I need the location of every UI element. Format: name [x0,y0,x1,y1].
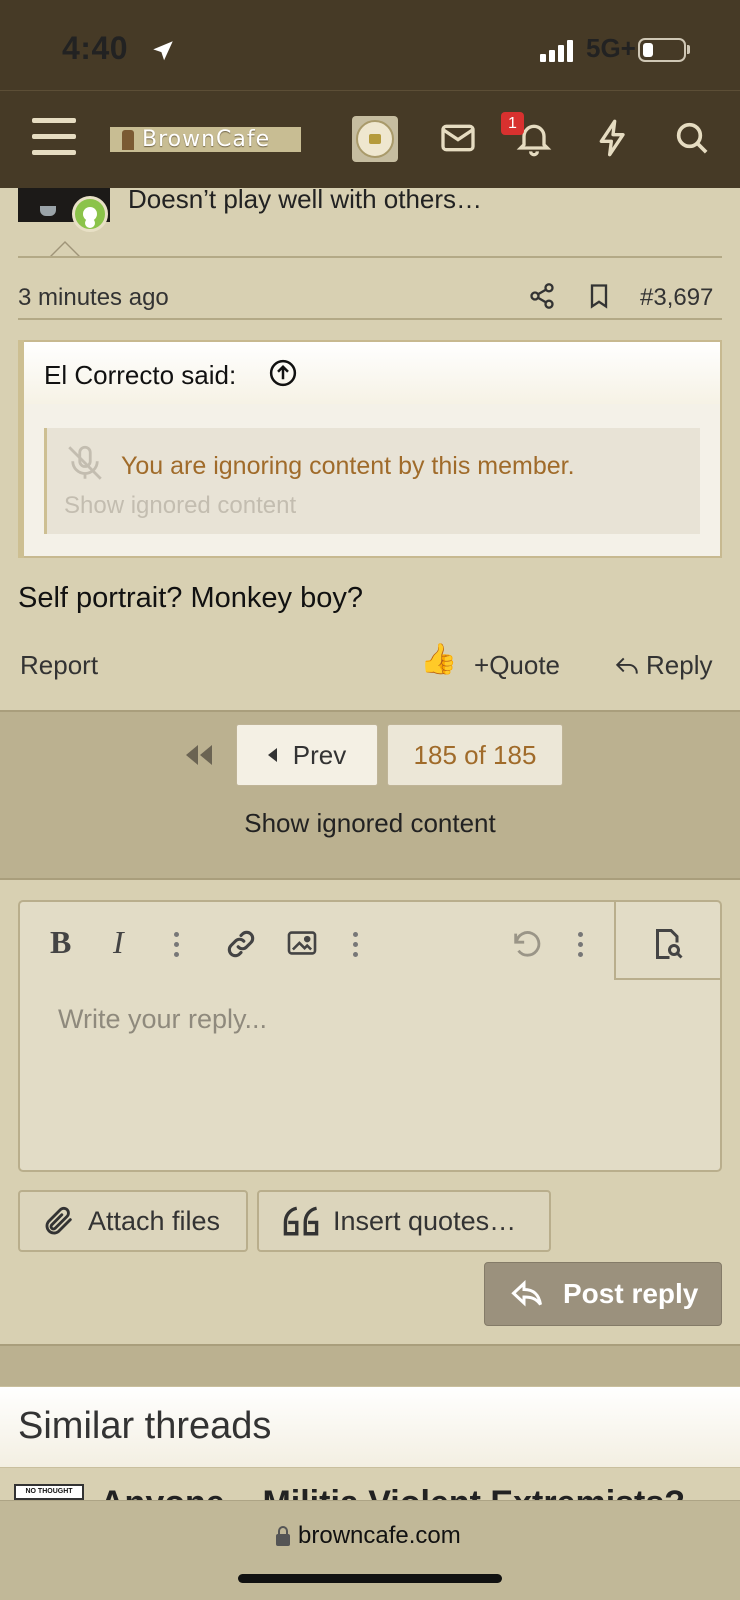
network-type: 5G+ [586,33,636,63]
user-avatar[interactable] [352,116,398,162]
share-icon[interactable] [528,282,556,310]
user-title: Doesn’t play well with others… [128,184,483,214]
like-thumb-icon[interactable]: 👍 [420,642,457,677]
section-divider [0,1344,740,1386]
thread-title-partial[interactable]: Anyone... Militia Violent Extremists? [100,1488,720,1500]
post-number[interactable]: #3,697 [640,284,713,312]
more-editor-options-icon[interactable] [578,932,583,962]
reply-arrow-icon [511,1280,542,1307]
user-block-arrow-fill [52,243,78,256]
quote-label: Quote [489,650,561,680]
similar-threads-title: Similar threads [18,1405,272,1447]
divider [18,256,722,258]
signal-icon [540,40,573,62]
plus-icon: + [474,650,490,680]
reply-button[interactable]: Reply [612,650,712,681]
attach-files-button[interactable]: Attach files [18,1190,248,1252]
more-insert-options-icon[interactable] [353,932,358,962]
reply-label: Reply [646,650,713,680]
divider [18,318,722,320]
post-reply-button[interactable]: Post reply [484,1262,722,1326]
undo-icon[interactable] [510,928,544,962]
logo-text: BrownCafe [142,127,271,152]
logo-figure-icon [122,129,134,150]
insert-quotes-label: Insert quotes… [333,1205,517,1236]
quote-marks-icon [283,1206,319,1236]
insert-quotes-button[interactable]: Insert quotes… [257,1190,551,1252]
search-icon[interactable] [672,118,712,158]
post-body: Self portrait? Monkey boy? [18,582,363,614]
bold-button[interactable]: B [50,924,71,961]
show-ignored-link[interactable]: Show ignored content [0,808,740,839]
italic-button[interactable]: I [113,924,124,961]
quote-author[interactable]: El Correcto said: [44,360,236,391]
menu-icon[interactable] [32,118,78,158]
prev-page-button[interactable]: Prev [236,724,378,786]
quote-button[interactable]: +Quote [474,650,560,681]
image-icon[interactable] [286,930,318,956]
report-link[interactable]: Report [20,650,98,681]
arrow-up-circle-icon[interactable] [268,358,298,388]
reply-arrow-icon [615,657,638,674]
browser-address-bar [0,1500,740,1600]
lock-icon [276,1526,290,1546]
paperclip-icon [45,1206,72,1235]
current-page[interactable]: 185 of 185 [387,724,563,786]
avatar-cup-shape [40,206,56,216]
link-icon[interactable] [224,927,258,961]
mail-icon[interactable] [438,118,478,158]
home-indicator[interactable] [238,1574,502,1583]
online-status-icon [72,196,108,232]
lightning-icon[interactable] [593,118,633,158]
location-arrow-icon [153,41,173,61]
prev-label: Prev [292,739,347,770]
bookmark-icon[interactable] [585,282,613,310]
preview-document-icon[interactable] [650,926,686,962]
caret-left-icon [267,748,277,762]
ignored-message: You are ignoring content by this member. [121,452,575,480]
thread-thumbnail[interactable]: NO THOUGHT [14,1484,84,1500]
muted-microphone-icon [68,445,102,480]
attach-label: Attach files [88,1205,221,1236]
more-text-options-icon[interactable] [174,932,179,962]
reply-placeholder[interactable]: Write your reply... [58,1004,267,1035]
post-timestamp[interactable]: 3 minutes ago [18,284,169,312]
post-reply-label: Post reply [563,1278,699,1309]
battery-icon [638,38,686,62]
first-page-icon[interactable] [182,742,216,768]
thread-title-text: Anyone... Militia Violent Extremists? [100,1488,720,1500]
battery-nub [687,45,690,54]
status-time: 4:40 [62,30,129,66]
url-text[interactable]: browncafe.com [298,1522,461,1550]
show-ignored-link[interactable]: Show ignored content [64,492,296,520]
notification-badge: 1 [501,112,524,135]
site-logo[interactable]: BrownCafe [110,127,301,152]
